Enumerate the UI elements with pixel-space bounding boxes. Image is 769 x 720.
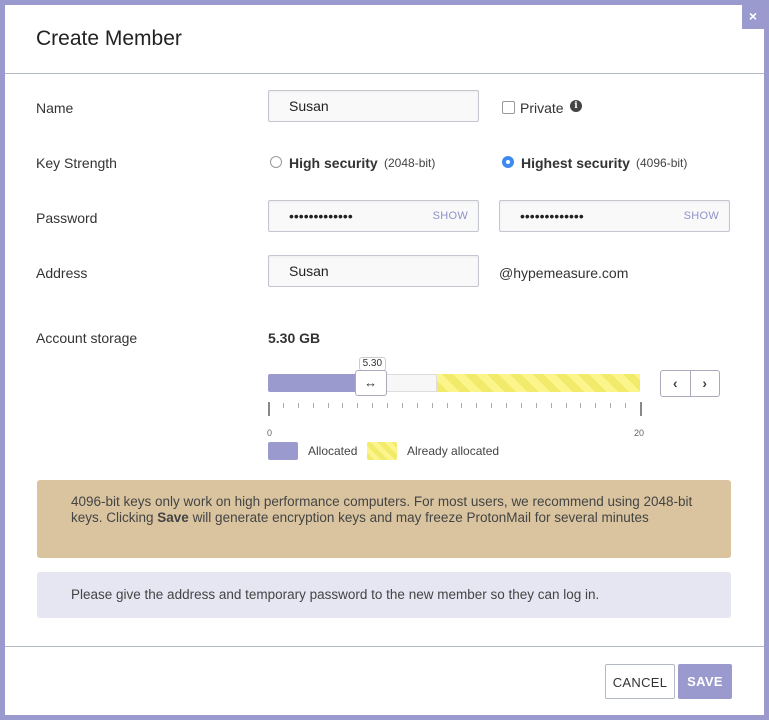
slider-tick <box>268 402 270 416</box>
show-password-button[interactable]: SHOW <box>433 201 468 231</box>
confirm-password-input[interactable]: ••••••••••••• SHOW <box>499 200 730 232</box>
create-member-dialog: × Create Member Name Susan Private i Key… <box>5 5 764 715</box>
key-warning-alert: 4096-bit keys only work on high performa… <box>37 480 731 558</box>
address-domain: @hypemeasure.com <box>499 265 629 281</box>
storage-stepper: ‹ › <box>660 370 720 397</box>
save-button[interactable]: SAVE <box>678 664 732 699</box>
storage-value: 5.30 GB <box>268 330 321 346</box>
private-label[interactable]: Private <box>520 100 564 116</box>
warning-text-post: will generate encryption keys and may fr… <box>188 510 649 525</box>
slider-handle[interactable]: ↔ <box>354 370 387 396</box>
show-confirm-password-button[interactable]: SHOW <box>684 201 719 231</box>
highest-security-label[interactable]: Highest security <box>521 155 630 171</box>
slider-tick <box>312 403 314 408</box>
confirm-password-value: ••••••••••••• <box>520 208 584 224</box>
slider-tick <box>401 403 403 408</box>
decrease-storage-button[interactable]: ‹ <box>661 371 690 396</box>
slider-tick <box>535 403 537 408</box>
name-label: Name <box>36 100 74 116</box>
key-strength-label: Key Strength <box>36 155 117 171</box>
increase-storage-button[interactable]: › <box>689 371 720 396</box>
high-security-detail: (2048-bit) <box>384 156 436 170</box>
info-text: Please give the address and temporary pa… <box>71 587 600 602</box>
dialog-header: Create Member <box>5 5 764 74</box>
slider-tick <box>520 403 522 408</box>
high-security-label[interactable]: High security <box>289 155 378 171</box>
slider-tick <box>431 403 433 408</box>
private-checkbox[interactable] <box>502 101 515 114</box>
slider-tick <box>580 403 582 408</box>
allocated-legend-swatch <box>268 442 298 460</box>
allocated-legend-label: Allocated <box>308 444 358 458</box>
slider-tick <box>297 403 299 408</box>
cancel-button[interactable]: CANCEL <box>605 664 675 699</box>
slider-tick <box>506 403 508 408</box>
high-security-radio[interactable] <box>270 156 282 168</box>
slider-tick <box>327 403 329 408</box>
already-allocated-segment <box>437 374 640 392</box>
slider-tick <box>342 403 344 408</box>
slider-tick <box>640 402 642 416</box>
slider-tick <box>446 403 448 408</box>
slider-tick <box>416 403 418 408</box>
slider-tick <box>565 403 567 408</box>
highest-security-detail: (4096-bit) <box>636 156 688 170</box>
address-input[interactable]: Susan <box>268 255 479 287</box>
slider-max-label: 20 <box>634 428 645 438</box>
already-allocated-legend-swatch <box>367 442 397 460</box>
slider-tick <box>476 403 478 408</box>
name-input[interactable]: Susan <box>268 90 479 122</box>
slider-tick <box>372 403 374 408</box>
password-input[interactable]: ••••••••••••• SHOW <box>268 200 479 232</box>
address-value: Susan <box>289 263 329 279</box>
slider-value-tooltip: 5.30 <box>358 357 387 371</box>
already-allocated-legend-label: Already allocated <box>407 444 500 458</box>
slider-tick <box>461 403 463 408</box>
slider-tick <box>357 403 359 408</box>
slider-tick <box>595 403 597 408</box>
info-icon[interactable]: i <box>570 100 582 112</box>
storage-slider-track[interactable] <box>268 374 640 392</box>
account-storage-label: Account storage <box>36 330 138 346</box>
warning-text-bold: Save <box>157 510 189 525</box>
slider-tick <box>282 403 284 408</box>
password-value: ••••••••••••• <box>289 208 353 224</box>
allocated-segment <box>268 374 367 392</box>
dialog-title: Create Member <box>36 27 182 50</box>
info-alert: Please give the address and temporary pa… <box>37 572 731 618</box>
slider-min-label: 0 <box>267 428 273 438</box>
password-label: Password <box>36 210 98 226</box>
slider-tick <box>625 403 627 408</box>
slider-tick <box>550 403 552 408</box>
highest-security-radio[interactable] <box>502 156 514 168</box>
slider-tick <box>610 403 612 408</box>
slider-tick <box>491 403 493 408</box>
slider-tick <box>387 403 389 408</box>
name-input-value: Susan <box>289 98 329 114</box>
address-label: Address <box>36 265 88 281</box>
